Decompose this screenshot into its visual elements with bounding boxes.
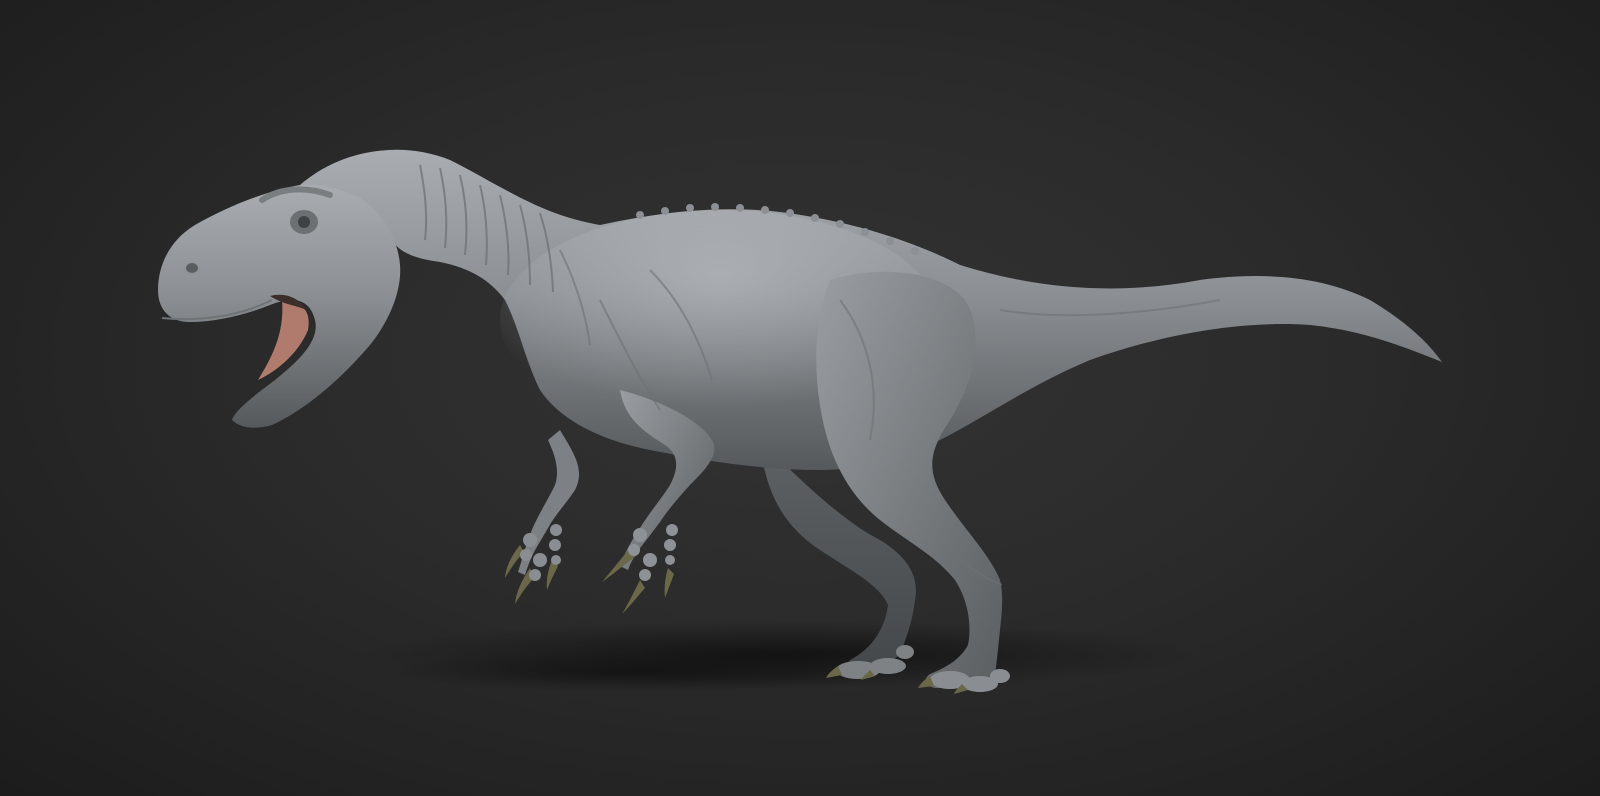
viewport [0,0,1600,796]
sculpt-render [158,149,1442,694]
nostril [186,263,198,273]
claws-near [602,545,674,614]
head [158,184,401,428]
